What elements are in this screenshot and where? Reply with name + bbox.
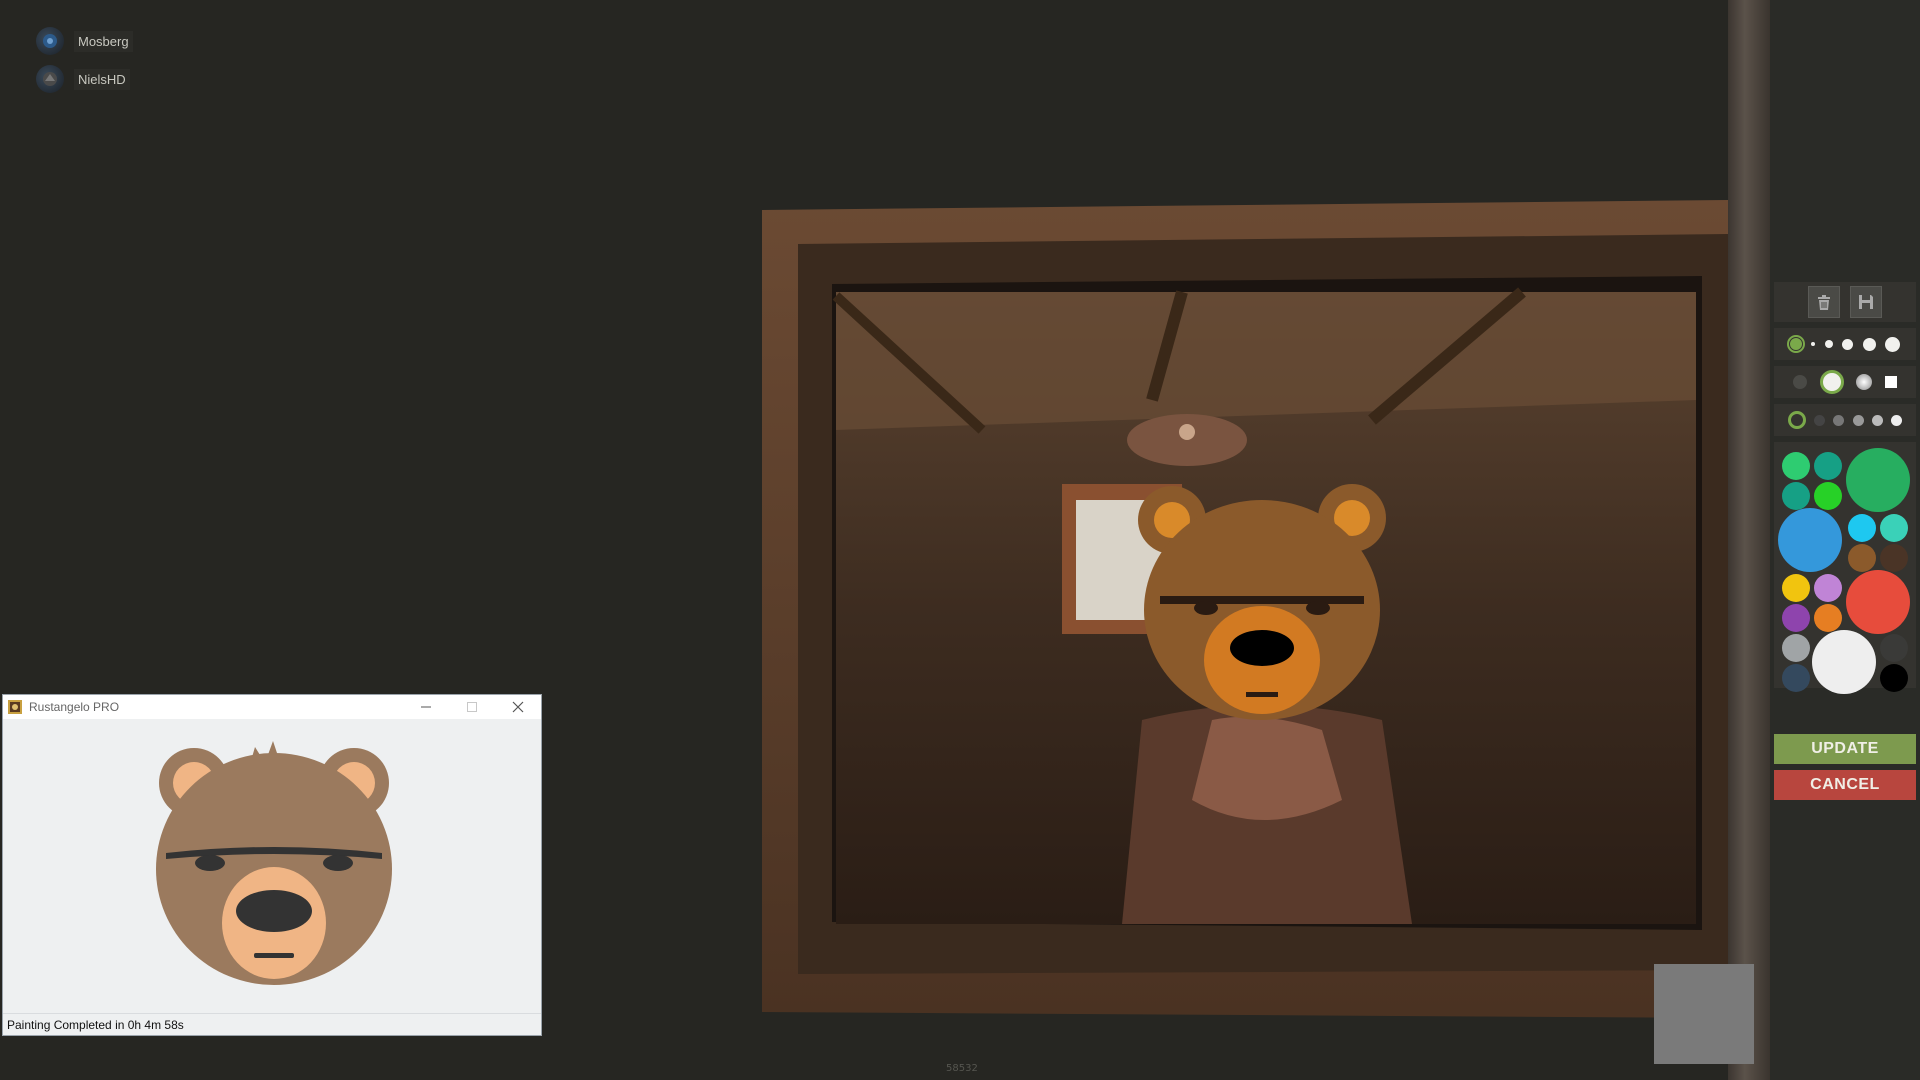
brush-opacity-option[interactable] <box>1814 414 1826 426</box>
color-swatch-cyan[interactable] <box>1848 514 1876 542</box>
bottom-code: 58532 <box>946 1063 978 1074</box>
clear-button[interactable] <box>1808 286 1840 318</box>
color-swatch-dark-gray[interactable] <box>1880 634 1908 662</box>
window-title: Rustangelo PRO <box>29 700 120 714</box>
status-bar: Painting Completed in 0h 4m 58s <box>3 1013 541 1035</box>
color-swatch-aqua[interactable] <box>1880 514 1908 542</box>
color-swatch-big-green[interactable] <box>1846 448 1910 512</box>
maximize-button[interactable] <box>449 695 495 719</box>
save-button[interactable] <box>1850 286 1882 318</box>
minimize-button[interactable] <box>403 695 449 719</box>
color-swatch-gray[interactable] <box>1782 634 1810 662</box>
player-entry: NielsHD <box>36 64 133 94</box>
brush-opacity-row <box>1774 404 1916 436</box>
painting-frame <box>762 200 1728 1018</box>
brush-size-row <box>1774 328 1916 360</box>
close-icon <box>512 701 524 713</box>
brush-shape-option[interactable] <box>1792 375 1807 389</box>
color-palette <box>1774 442 1916 694</box>
brush-opacity-option[interactable] <box>1871 414 1883 426</box>
brush-shape-option[interactable] <box>1819 370 1844 394</box>
color-swatch-brown[interactable] <box>1848 544 1876 572</box>
brush-opacity-option[interactable] <box>1890 414 1902 426</box>
player-name: Mosberg <box>74 30 133 52</box>
save-icon <box>1859 295 1873 309</box>
maximize-icon <box>467 702 477 712</box>
avatar-icon <box>43 72 57 86</box>
brush-size-option[interactable] <box>1811 342 1816 346</box>
brush-shape-option[interactable] <box>1885 376 1898 388</box>
player-avatar <box>36 27 64 55</box>
brush-size-option[interactable] <box>1862 337 1876 351</box>
minimize-icon <box>421 706 431 708</box>
brush-opacity-option[interactable] <box>1833 414 1845 426</box>
scene-edge <box>1728 0 1770 1080</box>
color-swatch-dark-brown[interactable] <box>1880 544 1908 572</box>
color-swatch-red[interactable] <box>1846 570 1910 634</box>
cancel-button[interactable]: CANCEL <box>1774 770 1916 800</box>
color-swatch-white[interactable] <box>1812 630 1876 694</box>
update-button[interactable]: UPDATE <box>1774 734 1916 764</box>
paint-tool-panel: UPDATE CANCEL <box>1774 282 1916 806</box>
color-swatch-orange[interactable] <box>1814 604 1842 632</box>
avatar-icon <box>43 34 57 48</box>
window-titlebar[interactable]: Rustangelo PRO <box>3 695 541 719</box>
close-button[interactable] <box>495 695 541 719</box>
bear-preview-image <box>156 741 392 985</box>
color-swatch-black[interactable] <box>1880 664 1908 692</box>
player-name: NielsHD <box>74 68 130 90</box>
color-swatch-navy[interactable] <box>1782 664 1810 692</box>
color-swatch-yellow[interactable] <box>1782 574 1810 602</box>
color-swatch-teal[interactable] <box>1814 452 1842 480</box>
player-list: Mosberg NielsHD <box>36 26 133 102</box>
tool-actions-row <box>1774 282 1916 322</box>
brush-size-option[interactable] <box>1885 336 1901 352</box>
rustangelo-window: Rustangelo PRO Painting Completed in 0h … <box>2 694 542 1036</box>
color-swatch-lilac[interactable] <box>1814 574 1842 602</box>
painting-canvas <box>762 200 1728 1018</box>
brush-opacity-option[interactable] <box>1788 411 1807 429</box>
color-swatch-blue[interactable] <box>1778 508 1842 572</box>
window-preview <box>3 719 541 1011</box>
color-swatch-bright-green[interactable] <box>1814 482 1842 510</box>
player-entry: Mosberg <box>36 26 133 56</box>
brush-opacity-option[interactable] <box>1852 414 1864 426</box>
brush-size-option[interactable] <box>1842 338 1854 350</box>
player-avatar <box>36 65 64 93</box>
brush-size-option[interactable] <box>1786 335 1805 353</box>
app-icon <box>8 700 22 714</box>
brush-shape-option[interactable] <box>1856 374 1873 390</box>
trash-icon <box>1818 295 1830 310</box>
color-swatch-dark-teal[interactable] <box>1782 482 1810 510</box>
color-swatch-purple[interactable] <box>1782 604 1810 632</box>
scene-gray-square <box>1654 964 1754 1064</box>
color-swatch-green[interactable] <box>1782 452 1810 480</box>
brush-shape-row <box>1774 366 1916 398</box>
brush-size-option[interactable] <box>1824 340 1833 348</box>
